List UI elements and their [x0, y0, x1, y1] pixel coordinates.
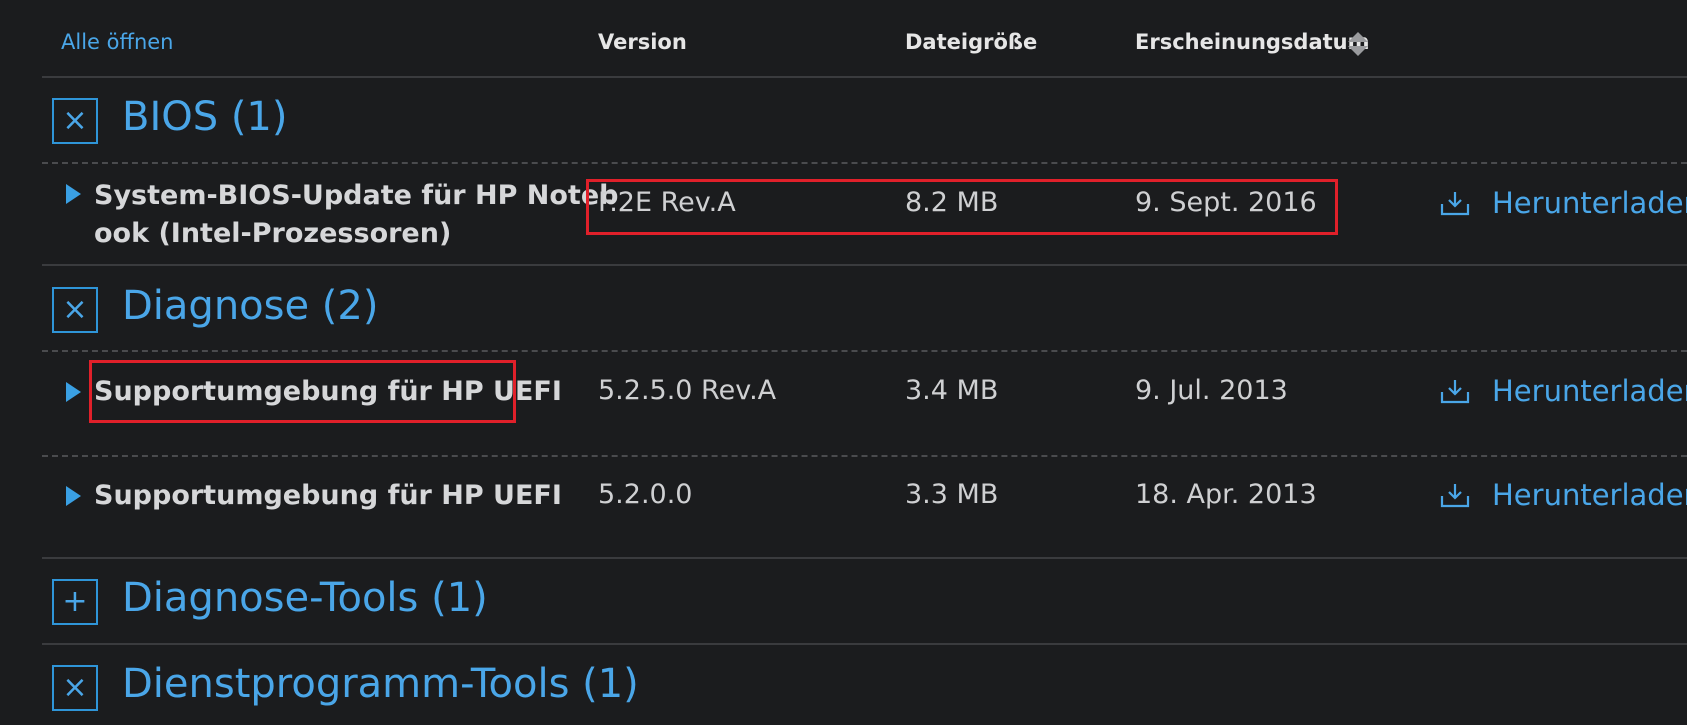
- expand-triangle-icon[interactable]: [66, 184, 81, 204]
- highlight-box: [89, 360, 516, 423]
- expand-diagnose-tools-button[interactable]: +: [52, 579, 98, 625]
- download-button[interactable]: Herunterladen: [1440, 374, 1687, 408]
- download-label: Herunterladen: [1492, 186, 1687, 220]
- sort-icon[interactable]: [1346, 30, 1370, 58]
- download-button[interactable]: Herunterladen: [1440, 478, 1687, 512]
- category-title-dienstprogramm-tools[interactable]: Dienstprogramm-Tools (1): [122, 661, 639, 707]
- category-divider: [42, 162, 1687, 164]
- header-divider: [42, 76, 1687, 78]
- row-file-size: 3.3 MB: [905, 479, 999, 510]
- row-version: 5.2.5.0 Rev.A: [598, 375, 777, 406]
- category-divider: [42, 643, 1687, 645]
- category-divider: [42, 350, 1687, 352]
- collapse-bios-button[interactable]: ×: [52, 98, 98, 144]
- row-file-size: 3.4 MB: [905, 375, 999, 406]
- expand-triangle-icon[interactable]: [66, 486, 81, 506]
- row-version: 5.2.0.0: [598, 479, 693, 510]
- file-size-column-header: Dateigröße: [905, 30, 1038, 54]
- category-divider: [42, 557, 1687, 559]
- download-label: Herunterladen: [1492, 374, 1687, 408]
- row-divider: [42, 455, 1687, 457]
- collapse-diagnose-button[interactable]: ×: [52, 287, 98, 333]
- category-title-diagnose[interactable]: Diagnose (2): [122, 283, 378, 329]
- category-title-diagnose-tools[interactable]: Diagnose-Tools (1): [122, 575, 488, 621]
- row-release-date: 9. Jul. 2013: [1135, 375, 1288, 406]
- expand-triangle-icon[interactable]: [66, 382, 81, 402]
- table-row-name[interactable]: System-BIOS-Update für HP Noteb ook (Int…: [94, 177, 618, 253]
- table-row-name[interactable]: Supportumgebung für HP UEFI: [94, 477, 562, 515]
- download-icon: [1440, 484, 1470, 508]
- download-icon: [1440, 380, 1470, 404]
- open-all-link[interactable]: Alle öffnen: [61, 30, 174, 54]
- collapse-dienstprogramm-tools-button[interactable]: ×: [52, 665, 98, 711]
- highlight-box: [586, 179, 1338, 235]
- category-title-bios[interactable]: BIOS (1): [122, 94, 288, 140]
- version-column-header: Version: [598, 30, 687, 54]
- release-date-column-header[interactable]: Erscheinungsdatum: [1135, 30, 1370, 54]
- download-button[interactable]: Herunterladen: [1440, 186, 1687, 220]
- category-divider: [42, 264, 1687, 266]
- row-release-date: 18. Apr. 2013: [1135, 479, 1317, 510]
- download-label: Herunterladen: [1492, 478, 1687, 512]
- download-icon: [1440, 192, 1470, 216]
